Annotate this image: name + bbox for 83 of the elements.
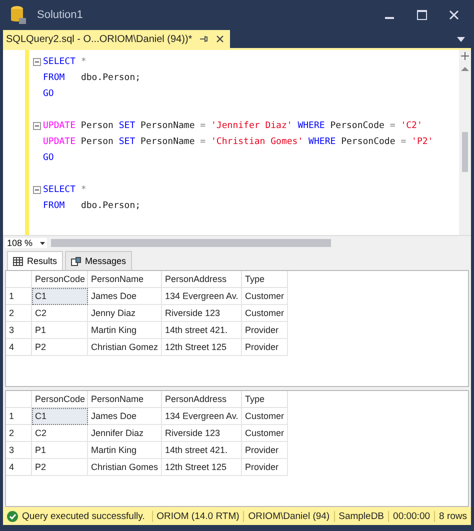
code-line: UPDATE Person SET PersonName = 'Jennifer Diaz' WHERE PersonCode = 'C2' [33, 118, 459, 134]
status-field: 00:00:00 [388, 510, 434, 522]
table-cell[interactable]: Jenny Diaz [88, 305, 162, 322]
code-line: SELECT * [33, 182, 459, 198]
table-cell[interactable]: 12th Street 125 [162, 459, 242, 476]
status-message: Query executed successfully. [22, 510, 145, 522]
table-cell[interactable]: 134 Evergreen Av. [162, 288, 242, 305]
column-header[interactable]: PersonCode [32, 391, 88, 408]
table-cell[interactable]: P1 [32, 322, 88, 339]
table-cell[interactable]: P2 [32, 339, 88, 356]
table-cell[interactable]: Provider [242, 322, 288, 339]
table-cell[interactable]: James Doe [88, 288, 162, 305]
row-number: 4 [6, 459, 32, 476]
table-cell[interactable]: Customer [242, 408, 288, 425]
column-header[interactable]: Type [242, 391, 288, 408]
table-cell[interactable]: C1 [32, 288, 88, 305]
table-cell[interactable]: C2 [32, 305, 88, 322]
code-line: GO [42, 88, 55, 101]
table-cell[interactable]: Customer [242, 425, 288, 442]
grid-icon [13, 256, 23, 266]
row-number: 2 [6, 305, 32, 322]
column-header[interactable]: PersonAddress [162, 391, 242, 408]
maximize-icon[interactable] [417, 10, 427, 20]
scroll-up-icon[interactable] [461, 66, 469, 72]
status-field: ORIOM\Daniel (94) [243, 510, 334, 522]
column-header[interactable]: Type [242, 271, 288, 288]
row-number: 4 [6, 339, 32, 356]
table-cell[interactable]: Provider [242, 459, 288, 476]
code-line: SELECT * [33, 54, 459, 70]
table-cell[interactable]: P1 [32, 442, 88, 459]
caret-icon [40, 242, 45, 244]
table-cell[interactable]: Customer [242, 288, 288, 305]
table-cell[interactable]: Martin King [88, 322, 162, 339]
table-cell[interactable]: Jennifer Diaz [88, 425, 162, 442]
table-cell[interactable]: 12th Street 125 [162, 339, 242, 356]
table-cell[interactable]: Customer [242, 305, 288, 322]
code-line: UPDATE Person SET PersonName = 'Christian Gomes' WHERE PersonCode = 'P2' [42, 136, 434, 149]
table-cell[interactable]: 134 Evergreen Av. [162, 408, 242, 425]
table-cell[interactable]: Christian Gomez [88, 339, 162, 356]
code-line: GO [42, 152, 55, 165]
collapse-icon[interactable] [33, 122, 41, 130]
table-cell[interactable]: Christian Gomes [88, 459, 162, 476]
database-icon [9, 5, 27, 25]
table-cell[interactable]: 14th street 421. [162, 442, 242, 459]
row-number: 3 [6, 322, 32, 339]
column-header[interactable]: PersonName [88, 271, 162, 288]
code-line: FROM dbo.Person; [42, 72, 142, 85]
table-cell[interactable]: C2 [32, 425, 88, 442]
table-cell[interactable]: Martin King [88, 442, 162, 459]
collapse-icon[interactable] [33, 186, 41, 194]
row-number: 1 [6, 408, 32, 425]
results-tab[interactable]: Messages [65, 251, 132, 270]
column-header[interactable]: PersonAddress [162, 271, 242, 288]
row-number: 1 [6, 288, 32, 305]
message-icon [71, 256, 82, 266]
window-title: Solution1 [37, 9, 84, 21]
tab-title: SQLQuery2.sql - O...ORIOM\Daniel (94))* [6, 34, 192, 44]
success-icon [7, 510, 18, 522]
table-cell[interactable]: C1 [32, 408, 88, 425]
status-field: 8 rows [434, 510, 471, 522]
collapse-icon[interactable] [33, 58, 41, 66]
document-tab[interactable]: SQLQuery2.sql - O...ORIOM\Daniel (94))* [3, 30, 230, 48]
dropdown-icon[interactable] [457, 37, 465, 42]
status-field: SampleDB [334, 510, 388, 522]
table-cell[interactable]: 14th street 421. [162, 322, 242, 339]
split-icon[interactable] [461, 52, 469, 60]
table-cell[interactable]: P2 [32, 459, 88, 476]
table-cell[interactable]: Riverside 123 [162, 425, 242, 442]
pin-icon[interactable] [200, 35, 208, 43]
table-cell[interactable]: Provider [242, 339, 288, 356]
zoom-dropdown[interactable]: 108 % [5, 238, 47, 248]
column-header[interactable]: PersonCode [32, 271, 88, 288]
table-cell[interactable]: James Doe [88, 408, 162, 425]
row-number: 2 [6, 425, 32, 442]
results-tab[interactable]: Results [7, 251, 64, 270]
status-field: ORIOM (14.0 RTM) [152, 510, 244, 522]
table-cell[interactable]: Riverside 123 [162, 305, 242, 322]
code-line: FROM dbo.Person; [42, 200, 142, 213]
vertical-scrollbar[interactable] [459, 50, 471, 235]
table-cell[interactable]: Provider [242, 442, 288, 459]
close-icon[interactable] [216, 35, 224, 43]
row-number: 3 [6, 442, 32, 459]
column-header[interactable]: PersonName [88, 391, 162, 408]
